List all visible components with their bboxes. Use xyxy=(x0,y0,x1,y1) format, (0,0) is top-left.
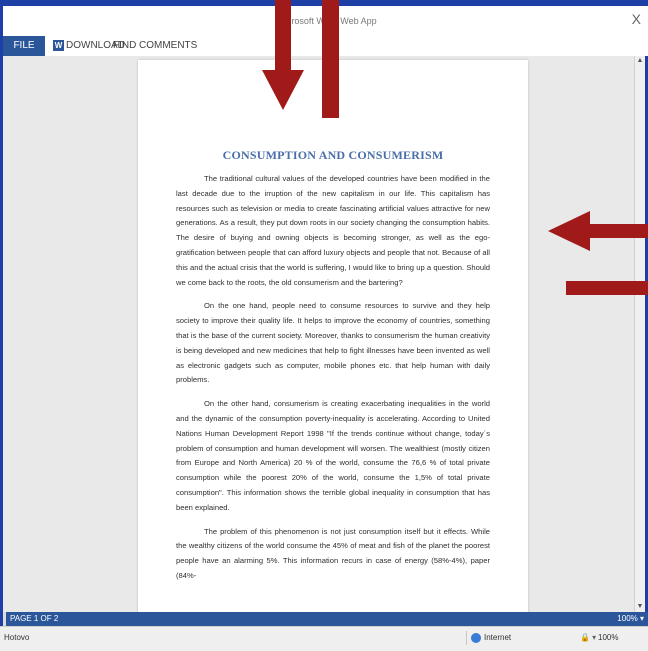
document-page: CONSUMPTION AND CONSUMERISM The traditio… xyxy=(138,60,528,620)
browser-status-text: Hotovo xyxy=(4,633,30,642)
paragraph-1: The traditional cultural values of the d… xyxy=(176,174,490,287)
protected-mode-icon[interactable]: 🔒 ▾ xyxy=(580,633,596,642)
menu-bar: FILE W DOWNLOAD FIND COMMENTS xyxy=(3,36,648,56)
browser-window: Microsoft Word Web App X FILE W DOWNLOAD … xyxy=(0,0,648,650)
find-button[interactable]: FIND xyxy=(113,36,136,56)
app-header: Microsoft Word Web App X FILE W DOWNLOAD … xyxy=(3,0,648,56)
comments-button[interactable]: COMMENTS xyxy=(139,36,197,56)
paragraph-4: The problem of this phenomenon is not ju… xyxy=(176,526,490,580)
zoom-control[interactable]: 100% ▾ xyxy=(617,612,644,626)
document-title: CONSUMPTION AND CONSUMERISM xyxy=(222,148,444,162)
document-body: The traditional cultural values of the d… xyxy=(176,172,490,593)
browser-zoom[interactable]: 100% xyxy=(598,633,618,642)
vertical-scrollbar[interactable]: ▲ ▼ xyxy=(634,56,645,612)
paragraph-3: On the other hand, consumerism is creati… xyxy=(176,399,490,512)
app-title: Microsoft Word Web App xyxy=(277,16,377,26)
scroll-up-icon[interactable]: ▲ xyxy=(635,56,645,66)
browser-status-bar: Hotovo Internet 🔒 ▾ 100% xyxy=(0,626,648,651)
file-menu-button[interactable]: FILE xyxy=(3,36,45,56)
page-indicator: PAGE 1 OF 2 xyxy=(10,614,59,623)
paragraph-2: On the one hand, people need to consume … xyxy=(176,301,490,385)
word-icon: W xyxy=(53,39,64,51)
status-bar: PAGE 1 OF 2 100% ▾ xyxy=(6,612,648,626)
scroll-down-icon[interactable]: ▼ xyxy=(635,602,645,612)
window-frame-top xyxy=(3,0,648,6)
security-zone: Internet xyxy=(466,631,511,645)
close-icon[interactable]: X xyxy=(632,12,641,26)
security-zone-label: Internet xyxy=(484,633,512,642)
globe-icon xyxy=(471,632,481,643)
